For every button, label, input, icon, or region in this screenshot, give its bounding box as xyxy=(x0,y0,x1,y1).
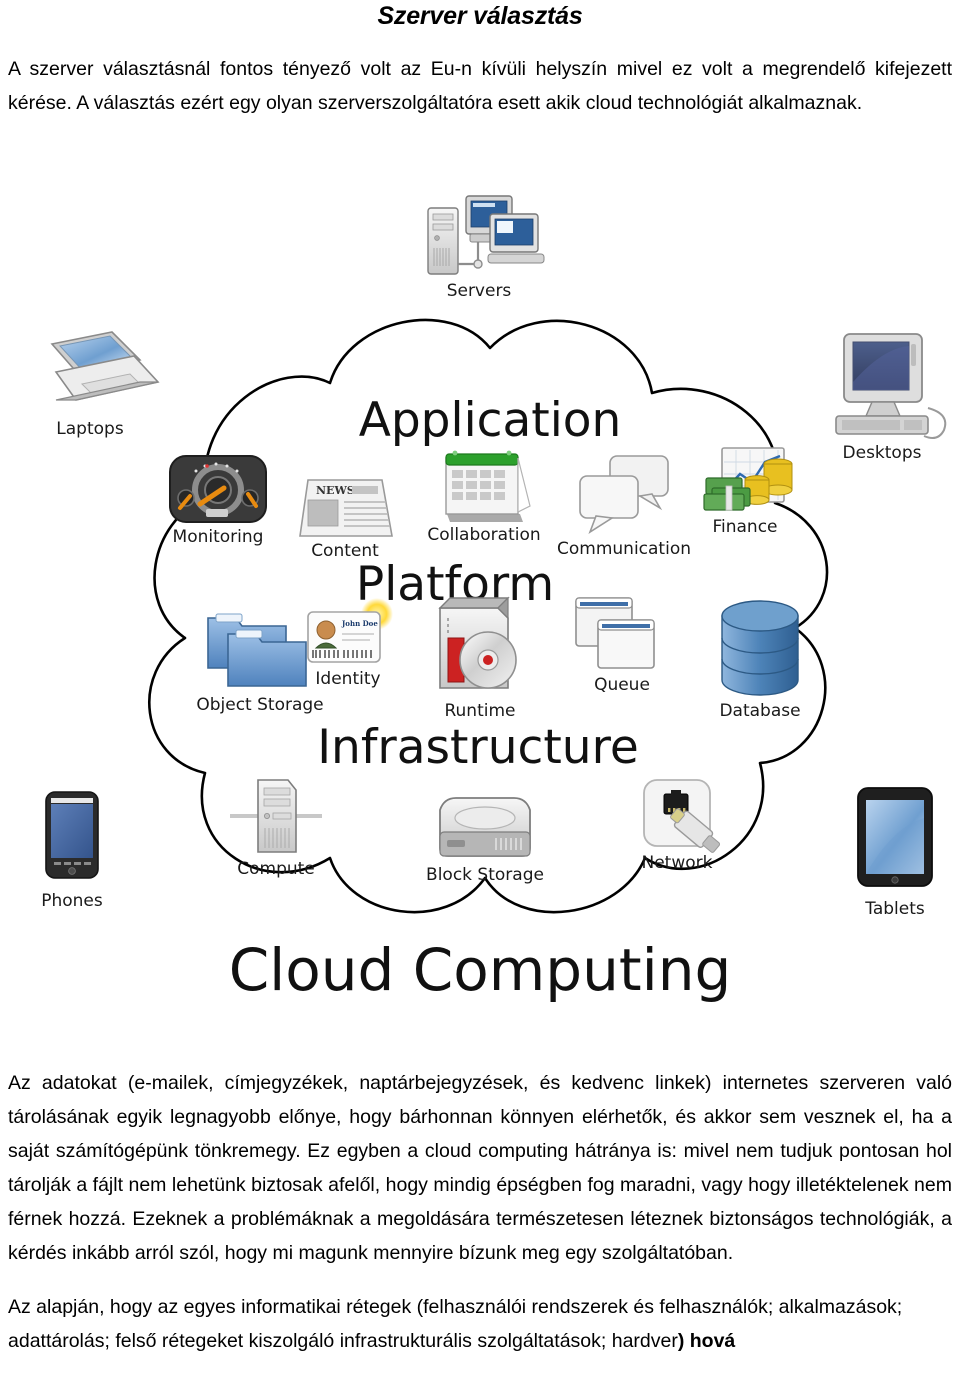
device-laptops: Laptops xyxy=(50,331,160,439)
database-cylinder-icon xyxy=(721,600,799,696)
service-block-storage: Block Storage xyxy=(426,797,544,885)
svg-text:NEWS: NEWS xyxy=(316,484,355,497)
service-label-runtime: Runtime xyxy=(444,701,515,721)
device-label-tablets: Tablets xyxy=(864,899,925,919)
service-label-queue: Queue xyxy=(594,675,650,695)
service-label-monitoring: Monitoring xyxy=(173,527,264,547)
id-card-name: John Doe xyxy=(341,619,378,628)
service-label-block-storage: Block Storage xyxy=(426,865,544,885)
hard-disk-icon xyxy=(439,797,531,857)
servers-icon xyxy=(427,195,545,275)
layer-label-application: Application xyxy=(359,393,622,448)
service-label-object-storage: Object Storage xyxy=(196,695,323,715)
closing-paragraph: Az alapján, hogy az egyes informatikai r… xyxy=(8,1290,952,1358)
device-desktops: Desktops xyxy=(835,333,947,463)
laptop-icon xyxy=(50,331,160,401)
service-network: Network xyxy=(642,779,721,873)
service-label-database: Database xyxy=(719,701,800,721)
service-label-content: Content xyxy=(311,541,379,561)
closing-paragraph-bold: ) hová xyxy=(677,1330,736,1352)
service-label-collaboration: Collaboration xyxy=(427,525,540,545)
diagram-caption: Cloud Computing xyxy=(229,936,732,1004)
service-monitoring: Monitoring xyxy=(169,455,267,547)
service-database: Database xyxy=(719,600,801,721)
layer-label-infrastructure: Infrastructure xyxy=(317,720,639,775)
desktop-icon xyxy=(835,333,947,439)
device-phones: Phones xyxy=(41,791,103,911)
service-label-network: Network xyxy=(642,853,713,873)
calendar-icon xyxy=(445,450,531,522)
body-paragraph: Az adatokat (e-mailek, címjegyzékek, nap… xyxy=(8,1072,952,1264)
device-servers: Servers xyxy=(427,195,545,301)
service-identity: John Doe Identity xyxy=(307,598,393,689)
device-label-phones: Phones xyxy=(41,891,103,911)
device-label-servers: Servers xyxy=(447,281,512,301)
device-tablets: Tablets xyxy=(857,787,933,919)
page-title: Szerver választás xyxy=(377,2,583,30)
service-content: NEWS Content xyxy=(299,479,393,561)
disc-drive-icon xyxy=(438,596,517,689)
newspaper-icon: NEWS xyxy=(299,479,393,537)
document-page: Szerver választás A szerver választásnál… xyxy=(0,0,960,1377)
closing-paragraph-normal: Az alapján, hogy az egyes informatikai r… xyxy=(8,1296,903,1352)
service-runtime: Runtime xyxy=(438,596,517,721)
service-label-communication: Communication xyxy=(557,539,691,559)
service-label-identity: Identity xyxy=(315,669,380,689)
intro-paragraph: A szerver választásnál fontos tényező vo… xyxy=(8,58,952,114)
device-label-laptops: Laptops xyxy=(56,419,124,439)
tablet-icon xyxy=(857,787,933,887)
service-label-finance: Finance xyxy=(712,517,777,537)
phone-icon xyxy=(45,791,99,879)
cloud-computing-diagram: Servers Application Platform Infrastruct… xyxy=(0,168,960,1038)
service-label-compute: Compute xyxy=(237,859,315,879)
gauge-icon xyxy=(169,455,267,523)
device-label-desktops: Desktops xyxy=(843,443,922,463)
